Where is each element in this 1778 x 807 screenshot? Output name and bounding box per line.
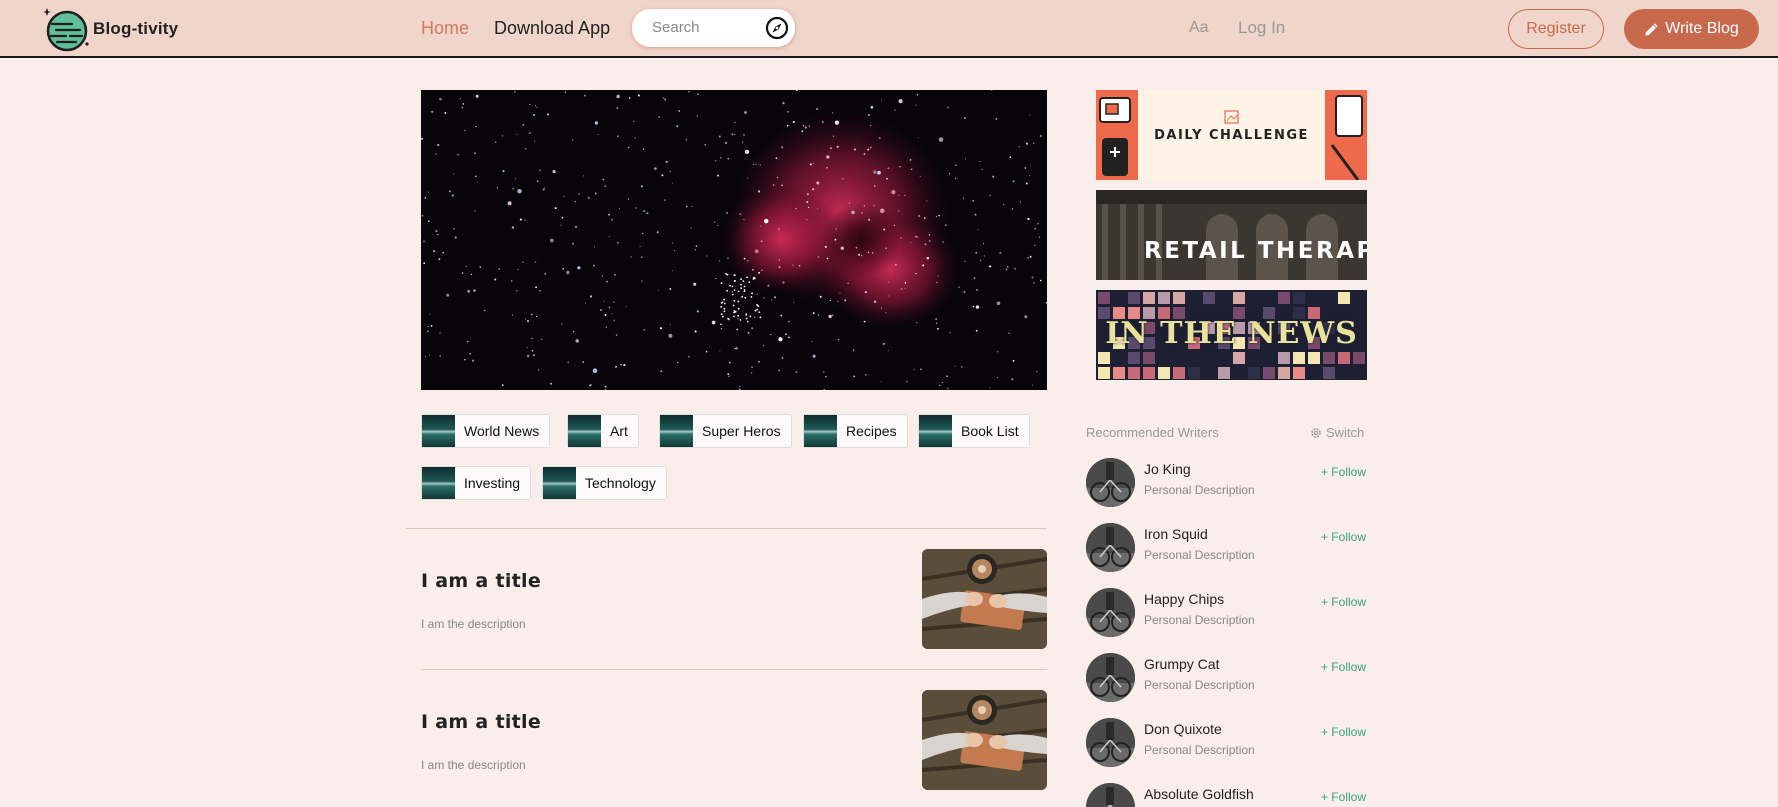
writer-description: Personal Description (1144, 613, 1255, 627)
topic-label: Recipes (846, 423, 897, 439)
post-description: I am the description (421, 758, 526, 772)
post-title[interactable]: I am a title (421, 570, 541, 592)
writer-row[interactable]: Happy Chips Personal Description + Follow (1086, 588, 1368, 638)
follow-button[interactable]: + Follow (1321, 465, 1366, 479)
write-blog-label: Write Blog (1665, 20, 1739, 37)
topic-thumbnail (422, 467, 455, 499)
font-size-toggle[interactable]: Aa (1189, 19, 1209, 37)
compass-icon[interactable] (765, 16, 789, 40)
topic-book-list[interactable]: Book List (918, 414, 1030, 448)
follow-button[interactable]: + Follow (1321, 790, 1366, 804)
post-title[interactable]: I am a title (421, 711, 541, 733)
gear-icon (1311, 427, 1321, 438)
write-blog-button[interactable]: Write Blog (1624, 9, 1759, 49)
topic-label: Art (610, 423, 628, 439)
topic-art[interactable]: Art (567, 414, 639, 448)
writer-name[interactable]: Iron Squid (1144, 526, 1208, 542)
follow-button[interactable]: + Follow (1321, 725, 1366, 739)
topic-thumbnail (804, 415, 837, 447)
logo-planet-icon[interactable] (42, 6, 90, 52)
search-box (632, 9, 795, 47)
post-description: I am the description (421, 617, 526, 631)
nav-home-link[interactable]: Home (421, 18, 469, 39)
banner-retail-therapy[interactable] (1096, 190, 1367, 280)
brand-name[interactable]: Blog-tivity (93, 19, 178, 39)
writer-row[interactable]: Absolute GoldfishPersonal Description+ F… (1086, 783, 1368, 807)
banner-daily-challenge-text: DAILY CHALLENGE (1154, 128, 1309, 143)
writer-name[interactable]: Jo King (1144, 461, 1191, 477)
post-thumbnail[interactable] (922, 690, 1047, 790)
topic-label: World News (464, 423, 540, 439)
banner-retail-therapy-text: RETAIL THERAPY (1144, 238, 1367, 264)
topic-world-news[interactable]: World News (421, 414, 551, 448)
writer-name[interactable]: Grumpy Cat (1144, 656, 1219, 672)
follow-button[interactable]: + Follow (1321, 595, 1366, 609)
recommended-writers-title: Recommended Writers (1086, 425, 1219, 440)
login-link[interactable]: Log In (1238, 18, 1285, 38)
switch-label: Switch (1326, 425, 1365, 440)
pencil-icon (1645, 22, 1658, 36)
section-divider (406, 528, 1047, 529)
topic-label: Super Heros (702, 423, 781, 439)
banner-in-the-news-text: IN THE NEWS (1105, 316, 1358, 351)
avatar[interactable] (1086, 718, 1135, 767)
topic-thumbnail (543, 467, 576, 499)
topic-investing[interactable]: Investing (421, 466, 532, 500)
writer-name[interactable]: Don Quixote (1144, 721, 1222, 737)
post-thumbnail[interactable] (922, 549, 1047, 649)
avatar[interactable] (1086, 783, 1135, 807)
topic-thumbnail (660, 415, 693, 447)
topic-label: Technology (585, 475, 656, 491)
writer-name[interactable]: Absolute Goldfish (1144, 786, 1254, 802)
nav-download-app-link[interactable]: Download App (494, 18, 610, 39)
avatar[interactable] (1086, 458, 1135, 507)
topic-technology[interactable]: Technology (542, 466, 667, 500)
site-header: Blog-tivity Home Download App Aa Log In … (0, 0, 1778, 58)
writer-name[interactable]: Happy Chips (1144, 591, 1224, 607)
topic-thumbnail (568, 415, 601, 447)
writer-description: Personal Description (1144, 548, 1255, 562)
topic-super-heros[interactable]: Super Heros (659, 414, 792, 448)
switch-button[interactable]: Switch (1310, 425, 1364, 440)
writer-description: Personal Description (1144, 743, 1255, 757)
writer-description: Personal Description (1144, 483, 1255, 497)
avatar[interactable] (1086, 653, 1135, 702)
writer-row[interactable]: Grumpy Cat Personal Description + Follow (1086, 653, 1368, 703)
follow-button[interactable]: + Follow (1321, 530, 1366, 544)
avatar[interactable] (1086, 588, 1135, 637)
topic-recipes[interactable]: Recipes (803, 414, 908, 448)
register-button[interactable]: Register (1508, 9, 1604, 49)
post-divider (421, 669, 1047, 670)
topic-thumbnail (422, 415, 455, 447)
writer-row[interactable]: Jo King Personal Description + Follow (1086, 458, 1368, 508)
search-input[interactable] (652, 19, 762, 36)
hero-image[interactable] (421, 90, 1047, 390)
avatar[interactable] (1086, 523, 1135, 572)
follow-button[interactable]: + Follow (1321, 660, 1366, 674)
writer-row[interactable]: Don Quixote Personal Description + Follow (1086, 718, 1368, 768)
topic-label: Book List (961, 423, 1019, 439)
topic-thumbnail (919, 415, 952, 447)
writer-description: Personal Description (1144, 678, 1255, 692)
topic-label: Investing (464, 475, 521, 491)
writer-row[interactable]: Iron Squid Personal Description + Follow (1086, 523, 1368, 573)
